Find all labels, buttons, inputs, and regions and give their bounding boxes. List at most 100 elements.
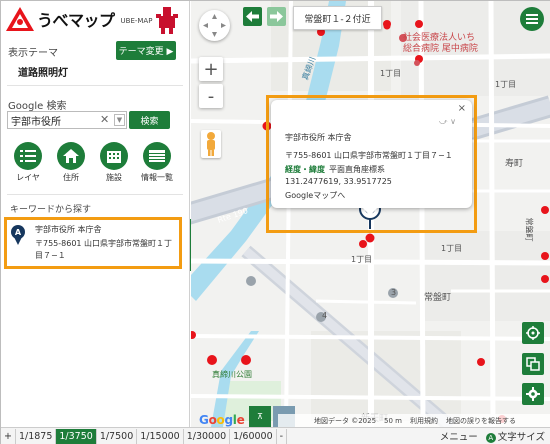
park-label: 真締川公園 <box>212 370 252 379</box>
map-attribution: 地図データ ©2025 50 m 利用規約 地図の誤りを報告する <box>278 414 550 427</box>
bottom-right-menu: メニュー A 文字サイズ <box>440 429 545 443</box>
marker-a-icon: A <box>11 225 25 245</box>
back-arrow-button[interactable] <box>243 7 262 26</box>
table-icon <box>143 142 171 170</box>
settings-button[interactable] <box>522 383 544 405</box>
google-logo: Google <box>199 413 245 427</box>
logo[interactable]: うべマップ UBE-MAP <box>5 4 180 34</box>
zoom-out-button[interactable]: - <box>199 84 223 108</box>
app-window: うべマップ UBE-MAP 表示テーマ テーマ変更 ▶ 道路照明灯 Google… <box>0 0 550 444</box>
divider <box>7 194 183 195</box>
gear-icon <box>526 387 540 401</box>
info-popup: × ⤻ ∨ 宇部市役所 本庁舎 〒755-8601 山口県宇部市常盤町１丁目７−… <box>271 100 472 216</box>
text-size-icon: A <box>485 433 496 443</box>
location-display: 常盤町１-２付近 <box>293 6 382 30</box>
tool-info-list[interactable]: 情報一覧 <box>137 142 177 183</box>
locate-button[interactable] <box>522 322 544 344</box>
popup-latlng: 131.2477619, 33.9517725 <box>285 177 392 186</box>
report-error-link[interactable]: 地図の誤りを報告する <box>446 416 516 426</box>
terms-link[interactable]: 利用規約 <box>410 416 438 426</box>
logo-mark-icon <box>6 7 34 31</box>
popup-address: 〒755-8601 山口県宇部市常盤町１丁目７−１ <box>285 151 453 160</box>
scale-15000[interactable]: 1/15000 <box>137 428 184 444</box>
arrow-right-icon <box>270 11 283 22</box>
keyword-search-label: キーワードから探す <box>10 205 92 215</box>
popup-pointer <box>363 208 377 216</box>
close-icon[interactable]: × <box>458 103 466 114</box>
scale-3750[interactable]: 1/3750 <box>56 428 97 444</box>
map-view[interactable]: 1丁目 1丁目 1丁目 1丁目 常盤町 常盤町 寿町 新天町 Rte 190 真… <box>191 1 550 427</box>
compass-control[interactable] <box>199 10 230 41</box>
zoom-in-button[interactable]: + <box>199 57 223 81</box>
popup-tools-icon[interactable]: ⤻ ∨ <box>439 117 456 127</box>
search-input[interactable] <box>11 113 101 127</box>
map-label-kotobuki: 寿町 <box>505 159 524 169</box>
copy-icon <box>526 357 540 371</box>
search-button[interactable]: 検索 <box>129 111 170 129</box>
map-label-tokiwa-2: 常盤町 <box>524 217 534 242</box>
dropdown-icon[interactable]: ▼ <box>114 114 125 126</box>
map-label-1chome-a: 1丁目 <box>380 69 402 78</box>
tool-address-label: 住所 <box>63 173 79 182</box>
popup-coord-label[interactable]: 経度・緯度 <box>285 164 325 175</box>
scale-60000[interactable]: 1/60000 <box>230 428 277 444</box>
zoom-plus-button[interactable]: + <box>1 428 16 444</box>
compass-icon <box>203 14 226 37</box>
search-result-item[interactable]: A 宇部市役所 本庁舎 〒755-8601 山口県宇部市常盤町１丁目７−１ <box>4 217 182 269</box>
google-search-label: Google 検索 <box>8 101 67 112</box>
building-icon <box>100 142 128 170</box>
popup-coords: 経度・緯度 平面直角座標系 <box>285 164 385 175</box>
theme-label: 表示テーマ <box>8 48 58 59</box>
popup-coord-system[interactable]: 平面直角座標系 <box>329 164 385 175</box>
list-icon <box>14 142 42 170</box>
scale-7500[interactable]: 1/7500 <box>97 428 138 444</box>
search-field[interactable]: ✕ ▼ <box>7 111 127 129</box>
scale-30000[interactable]: 1/30000 <box>184 428 231 444</box>
text-size-control[interactable]: A 文字サイズ <box>485 429 545 443</box>
menu-link[interactable]: メニュー <box>440 429 478 443</box>
svg-text:A: A <box>15 228 22 237</box>
tool-facility-label: 施設 <box>106 173 122 182</box>
poi-hospital[interactable]: 社会医療法人いち 総合病院 尾中病院 <box>403 33 478 55</box>
info-popup-highlight: × ⤻ ∨ 宇部市役所 本庁舎 〒755-8601 山口県宇部市常盤町１丁目７−… <box>266 95 477 233</box>
street-view-pegman[interactable] <box>201 130 221 158</box>
hamburger-icon <box>526 14 538 24</box>
copy-button[interactable] <box>522 353 544 375</box>
logo-text: うべマップ <box>37 11 115 30</box>
crosshair-icon <box>526 326 540 340</box>
zoom-minus-button[interactable]: - <box>277 428 288 444</box>
menu-button[interactable] <box>520 7 544 31</box>
sidebar: うべマップ UBE-MAP 表示テーマ テーマ変更 ▶ 道路照明灯 Google… <box>1 1 190 427</box>
map-label-1chome-d: 1丁目 <box>351 255 373 264</box>
map-label-1chome-c: 1丁目 <box>441 244 463 253</box>
layer-toggle-button[interactable]: ⊼ <box>249 406 271 427</box>
popup-name: 宇部市役所 本庁舎 <box>285 133 352 142</box>
scale-1875[interactable]: 1/1875 <box>16 428 57 444</box>
arrow-left-icon <box>246 11 259 22</box>
tool-layer[interactable]: レイヤ <box>8 142 48 183</box>
road-number-4: 4 <box>322 311 328 320</box>
result-address: 〒755-8601 山口県宇部市常盤町１丁目７−１ <box>35 239 173 260</box>
scale-bar: + 1/1875 1/3750 1/7500 1/15000 1/30000 1… <box>1 427 550 444</box>
text-size-label: 文字サイズ <box>497 432 545 443</box>
theme-value: 道路照明灯 <box>18 68 68 79</box>
map-label-tokiwa: 常盤町 <box>424 293 452 303</box>
google-maps-link[interactable]: Googleマップへ <box>285 190 345 201</box>
logo-subtext: UBE-MAP <box>120 16 153 25</box>
pegman-icon <box>207 132 215 156</box>
forward-arrow-button[interactable] <box>267 7 286 26</box>
map-data-credit: 地図データ ©2025 <box>314 416 377 425</box>
tool-facility[interactable]: 施設 <box>94 142 134 183</box>
tool-info-list-label: 情報一覧 <box>141 173 173 182</box>
road-number-3: 3 <box>391 288 397 297</box>
tool-layer-label: レイヤ <box>16 173 40 182</box>
divider <box>7 85 183 86</box>
tool-address[interactable]: 住所 <box>51 142 91 183</box>
clear-icon[interactable]: ✕ <box>100 113 109 126</box>
map-scale: 50 m <box>384 416 402 425</box>
mascot-icon <box>156 7 179 34</box>
map-label-1chome-b: 1丁目 <box>495 80 517 89</box>
home-icon <box>57 142 85 170</box>
result-name: 宇部市役所 本庁舎 <box>35 225 102 234</box>
change-theme-button[interactable]: テーマ変更 ▶ <box>116 41 176 60</box>
